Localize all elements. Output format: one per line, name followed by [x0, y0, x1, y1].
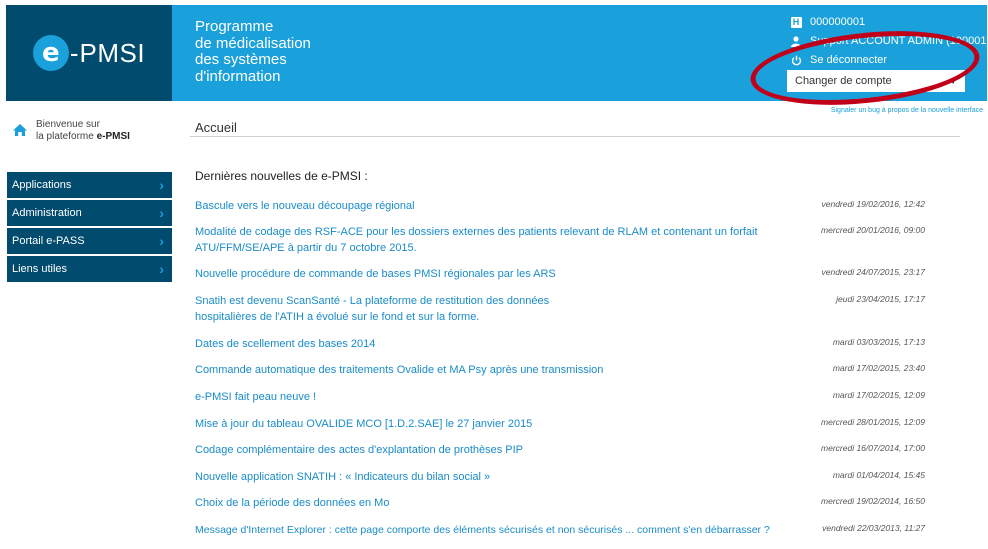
news-link[interactable]: Commande automatique des traitements Ova… [195, 362, 795, 378]
news-date: vendredi 19/02/2016, 12:42 [821, 199, 925, 209]
news-link[interactable]: Snatih est devenu ScanSanté - La platefo… [195, 293, 570, 325]
user-name: Support ACCOUNT ADMIN (100001) [810, 35, 988, 47]
chevron-right-icon: › [159, 177, 164, 193]
news-date: mardi 17/02/2015, 12:09 [832, 390, 925, 400]
news-link[interactable]: Nouvelle procédure de commande de bases … [195, 266, 795, 282]
header-bar: Programme de médicalisation des systèmes… [172, 5, 988, 101]
user-row: Support ACCOUNT ADMIN (100001) [789, 32, 988, 50]
news-link[interactable]: Dates de scellement des bases 2014 [195, 336, 795, 352]
header-title-line: d'information [195, 67, 281, 85]
news-link[interactable]: Mise à jour du tableau OVALIDE MCO [1.D.… [195, 416, 795, 432]
welcome-block: Bienvenue sur la plateforme e-PMSI [12, 119, 130, 143]
welcome-line2-prefix: la plateforme [36, 131, 97, 142]
header-title-line: de médicalisation [195, 34, 311, 52]
logout-link[interactable]: Se déconnecter [789, 51, 988, 69]
logo-dash: - [69, 37, 79, 68]
news-date: mercredi 28/01/2015, 12:09 [821, 417, 925, 427]
news-heading: Dernières nouvelles de e-PMSI : [195, 169, 368, 183]
sidebar-item-label: Administration [12, 207, 82, 219]
news-link[interactable]: Modalité de codage des RSF-ACE pour les … [195, 224, 785, 256]
sidebar-item-applications[interactable]: Applications › [7, 172, 172, 198]
news-date: mercredi 19/02/2014, 16:50 [821, 496, 925, 506]
logo-box[interactable]: e - PMSI [6, 5, 172, 101]
news-date: vendredi 24/07/2015, 23:17 [821, 267, 925, 277]
news-date: vendredi 22/03/2013, 11:27 [822, 523, 925, 533]
news-date: mardi 17/02/2015, 23:40 [832, 363, 925, 373]
chevron-right-icon: › [159, 261, 164, 277]
etab-code: 000000001 [810, 16, 866, 28]
header-title-line: des systèmes [195, 51, 287, 68]
sidebar-item-administration[interactable]: Administration › [7, 200, 172, 226]
sidebar-nav: Applications › Administration › Portail … [7, 172, 172, 284]
news-link[interactable]: Codage complémentaire des actes d'explan… [195, 442, 795, 458]
user-area: H 000000001 Support ACCOUNT ADMIN (10000… [789, 13, 988, 70]
welcome-line1: Bienvenue sur [36, 119, 100, 130]
welcome-platform: e-PMSI [96, 131, 130, 142]
welcome-line2: la plateforme e-PMSI [36, 131, 130, 143]
news-link[interactable]: e-PMSI fait peau neuve ! [195, 389, 795, 405]
sidebar-item-label: Applications [12, 179, 72, 191]
user-icon [789, 35, 803, 47]
change-account-select[interactable]: Changer de compte ▼ [787, 70, 965, 92]
title-divider [190, 136, 960, 137]
report-bug-link[interactable]: Signaler un bug à propos de la nouvelle … [831, 107, 983, 114]
news-date: mercredi 20/01/2016, 09:00 [821, 225, 925, 235]
logout-label[interactable]: Se déconnecter [810, 54, 887, 66]
sidebar-item-portail-epass[interactable]: Portail e-PASS › [7, 228, 172, 254]
power-icon [789, 55, 803, 66]
news-link[interactable]: Nouvelle application SNATIH : « Indicate… [195, 469, 795, 485]
news-date: mardi 01/04/2014, 15:45 [832, 470, 925, 480]
news-date: mardi 03/03/2015, 17:13 [832, 337, 925, 347]
logo-text: PMSI [79, 37, 146, 68]
change-account-label: Changer de compte [795, 75, 892, 87]
logo-e-badge: e [32, 35, 69, 71]
epmsi-logo[interactable]: e - PMSI [32, 35, 146, 71]
etab-row: H 000000001 [789, 13, 988, 31]
page-title: Accueil [195, 120, 237, 135]
chevron-right-icon: › [159, 205, 164, 221]
caret-down-icon: ▼ [949, 76, 957, 86]
sidebar-item-label: Liens utiles [12, 263, 68, 275]
h-icon: H [789, 16, 803, 28]
news-date: jeudi 23/04/2015, 17:17 [836, 294, 925, 304]
sidebar-item-liens-utiles[interactable]: Liens utiles › [7, 256, 172, 282]
news-date: mercredi 16/07/2014, 17:00 [821, 443, 925, 453]
header-title-line: Programme [195, 18, 274, 35]
home-icon[interactable] [12, 123, 28, 142]
news-link[interactable]: Message d'Internet Explorer : cette page… [195, 522, 835, 538]
chevron-right-icon: › [159, 233, 164, 249]
header-title: Programme de médicalisation des systèmes… [195, 18, 311, 85]
news-link[interactable]: Choix de la période des données en Mo [195, 495, 795, 511]
welcome-text: Bienvenue sur la plateforme e-PMSI [36, 119, 130, 143]
sidebar-item-label: Portail e-PASS [12, 235, 85, 247]
news-link[interactable]: Bascule vers le nouveau découpage région… [195, 198, 795, 214]
